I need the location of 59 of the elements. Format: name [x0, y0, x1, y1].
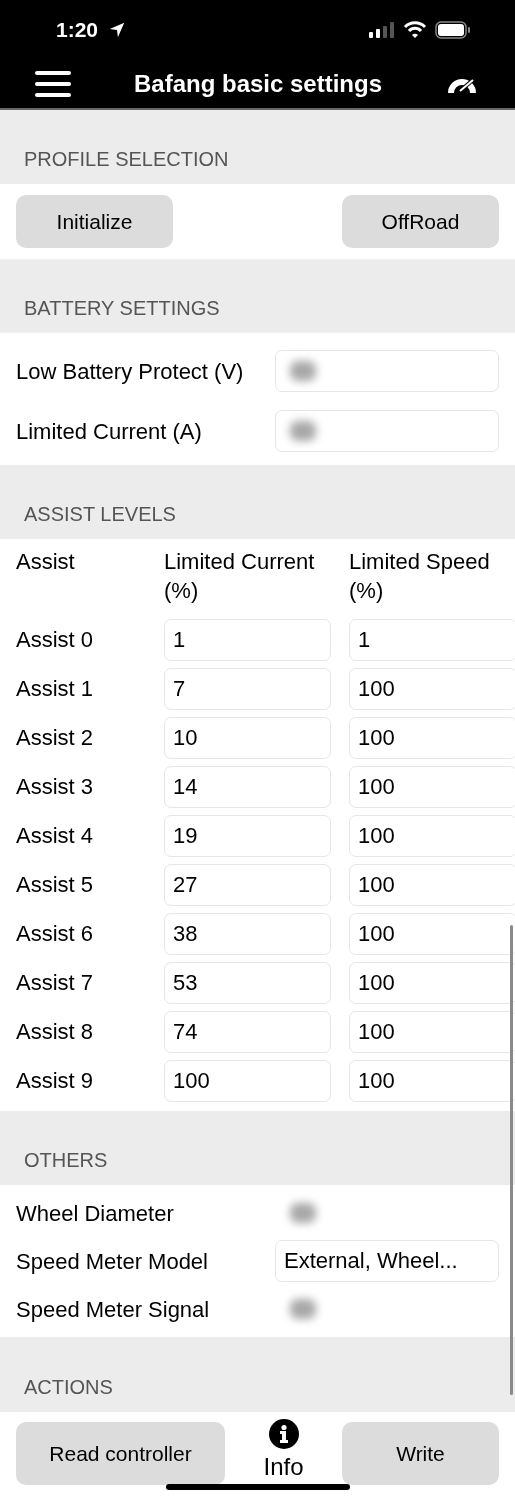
speed-input-field[interactable]: 100: [349, 667, 515, 710]
speed-input-field[interactable]: 100: [349, 765, 515, 808]
read-controller-button[interactable]: Read controller: [16, 1422, 225, 1485]
field-label: Speed Meter Model: [16, 1247, 209, 1276]
column-header: Assist: [16, 548, 76, 576]
header-title: Bafang basic settings: [132, 70, 384, 98]
speed-input-field[interactable]: 100: [349, 716, 515, 759]
current-input-field[interactable]: 1: [164, 618, 331, 661]
current-input-field[interactable]: 14: [164, 765, 331, 808]
current-input-field[interactable]: 38: [164, 912, 331, 955]
select-field[interactable]: External, Wheel...: [275, 1240, 499, 1282]
speed-input-field[interactable]: 100: [349, 1010, 515, 1053]
menu-icon[interactable]: [35, 71, 71, 97]
current-input-field[interactable]: 7: [164, 667, 331, 710]
wifi-icon: [403, 21, 427, 39]
field-label: Wheel Diameter: [16, 1199, 175, 1228]
assist-label: Assist 4: [16, 822, 95, 849]
info-icon: [268, 1419, 299, 1449]
location-arrow-icon: [108, 21, 127, 39]
field-label: Speed Meter Signal: [16, 1295, 211, 1324]
assist-label: Assist 7: [16, 969, 95, 996]
current-input-field[interactable]: 53: [164, 961, 331, 1004]
section-heading: ACTIONS: [24, 1376, 113, 1399]
profile-button[interactable]: OffRoad: [342, 195, 499, 248]
assist-label: Assist 3: [16, 773, 95, 800]
column-header: Limited Speed (%): [349, 548, 491, 605]
current-input-field[interactable]: 100: [164, 1059, 331, 1102]
column-header: Limited Current (%): [164, 548, 316, 605]
section-heading: BATTERY SETTINGS: [24, 297, 220, 320]
assist-label: Assist 6: [16, 920, 95, 947]
current-input-field[interactable]: 10: [164, 716, 331, 759]
write-button[interactable]: Write: [342, 1422, 499, 1485]
speed-input-field[interactable]: 100: [349, 863, 515, 906]
current-input-field[interactable]: 19: [164, 814, 331, 857]
speed-input-field[interactable]: 1: [349, 618, 515, 661]
field-label: Limited Current (A): [16, 417, 203, 446]
signal-icon: [369, 22, 395, 38]
current-input-field[interactable]: 27: [164, 863, 331, 906]
current-input-field[interactable]: 74: [164, 1010, 331, 1053]
battery-icon: [435, 21, 471, 39]
assist-label: Assist 1: [16, 675, 95, 702]
assist-label: Assist 0: [16, 626, 95, 653]
section-heading: ASSIST LEVELS: [24, 503, 176, 526]
section-heading: OTHERS: [24, 1149, 108, 1172]
info-button[interactable]: Info: [263, 1419, 304, 1481]
assist-label: Assist 5: [16, 871, 95, 898]
speed-input-field[interactable]: 100: [349, 961, 515, 1004]
field-label: Low Battery Protect (V): [16, 357, 245, 386]
blurred-input-field[interactable]: [275, 410, 499, 452]
assist-label: Assist 9: [16, 1067, 95, 1094]
speed-input-field[interactable]: 100: [349, 912, 515, 955]
section-heading: PROFILE SELECTION: [24, 148, 229, 171]
profile-button[interactable]: Initialize: [16, 195, 173, 248]
assist-label: Assist 2: [16, 724, 95, 751]
assist-label: Assist 8: [16, 1018, 95, 1045]
status-time: 1:20: [56, 18, 99, 42]
speed-input-field[interactable]: 100: [349, 814, 515, 857]
speed-input-field[interactable]: 100: [349, 1059, 515, 1102]
blurred-input-field[interactable]: [275, 350, 499, 392]
